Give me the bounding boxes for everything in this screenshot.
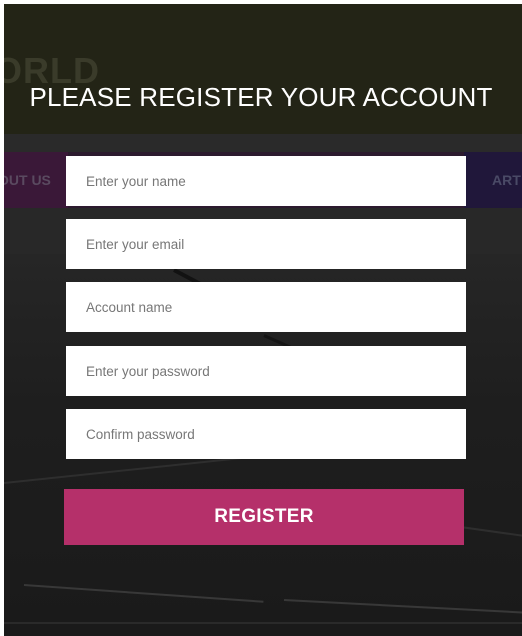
password-input[interactable] [66,346,466,396]
background-hero-line [283,599,522,614]
background-nav-item-about: OUT US [4,172,51,188]
background-divider [4,134,522,152]
register-button[interactable]: REGISTER [64,489,464,545]
background-header: ORLD [4,4,522,134]
confirm-password-input[interactable] [66,409,466,459]
modal-title: PLEASE REGISTER YOUR ACCOUNT [29,82,493,112]
background-hero-line [23,584,264,603]
email-input[interactable] [66,219,466,269]
account-name-input[interactable] [66,282,466,332]
background-hero-line [4,622,522,624]
background-hero-line [4,454,263,484]
background-nav-item-art: ART [492,172,521,188]
name-input[interactable] [66,156,466,206]
page: ORLD OUT US ART PLEASE REGISTER YOUR ACC… [0,0,522,636]
